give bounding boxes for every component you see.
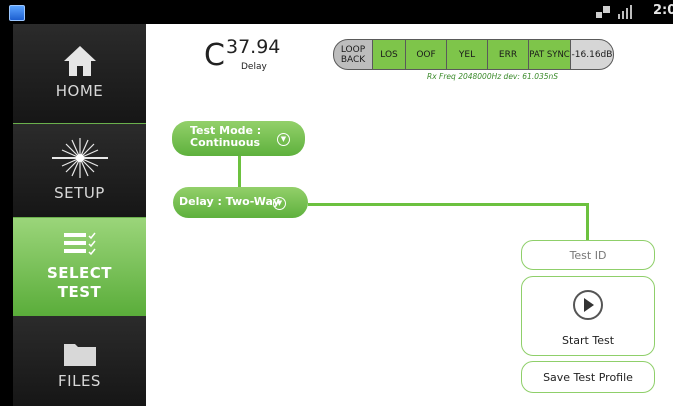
delay-mode-dropdown[interactable]: Delay : Two-Way ▼ [173,187,308,218]
indicator-oof: OOF [405,39,447,70]
rx-frequency-text: Rx Freq 2048000Hz dev: 61.035nS [427,72,559,81]
sidebar-item-label: FILES [58,372,101,390]
connector-line [586,203,589,240]
delay-unit: C [204,38,225,73]
play-icon [573,289,603,320]
sidebar: HOME SETUP SELECT TEST FILES [13,24,146,406]
label-line-2: TEST [57,283,102,301]
delay-label: Delay [241,62,267,72]
delay-readout: C 37.94 Delay [204,32,280,73]
home-icon [63,46,96,76]
delay-mode-label: Delay : Two-Way [179,195,280,208]
loop-line-2: BACK [340,54,366,65]
checklist-icon [63,232,96,256]
test-id-button[interactable]: Test ID [521,240,655,270]
indicator-pat-sync: PAT SYNC [528,39,571,70]
sidebar-item-select-test[interactable]: SELECT TEST [13,218,146,316]
indicator-yel: YEL [446,39,488,70]
save-test-profile-button[interactable]: Save Test Profile [521,361,655,393]
start-test-label: Start Test [561,333,615,347]
indicator-level: -16.16dB [570,39,614,70]
loop-line-1: LOOP [340,44,366,55]
chevron-down-icon: ▼ [273,197,286,210]
status-time: 2:0 [653,3,673,18]
cell-signal-icon [618,5,632,19]
data-signal-icon [596,6,610,18]
sidebar-item-label: SELECT TEST [47,264,112,302]
sidebar-item-home[interactable]: HOME [13,24,146,124]
sidebar-item-setup[interactable]: SETUP [13,124,146,218]
test-mode-value: Continuous [190,136,261,149]
label-line-1: SELECT [46,264,113,282]
chevron-down-icon: ▼ [277,133,290,146]
start-test-button[interactable]: Start Test [521,276,655,356]
sidebar-item-files[interactable]: FILES [13,316,146,406]
main-panel: C 37.94 Delay LOOP BACK LOS OOF YEL ERR P… [146,24,673,406]
laser-burst-icon [51,138,108,178]
connector-line [238,156,241,187]
status-bar: 2:0 [0,0,673,24]
indicator-err: ERR [487,39,529,70]
folder-icon [63,344,96,366]
connector-line [308,203,588,206]
status-indicators: LOOP BACK LOS OOF YEL ERR PAT SYNC -16.16… [333,39,614,70]
test-mode-dropdown[interactable]: Test Mode : Continuous ▼ [172,121,305,156]
indicator-los: LOS [372,39,406,70]
sidebar-item-label: SETUP [54,184,105,202]
app-notification-icon [9,5,25,21]
indicator-loop-back: LOOP BACK [333,39,373,70]
delay-value: 37.94 [226,36,281,58]
sidebar-item-label: HOME [55,82,104,100]
